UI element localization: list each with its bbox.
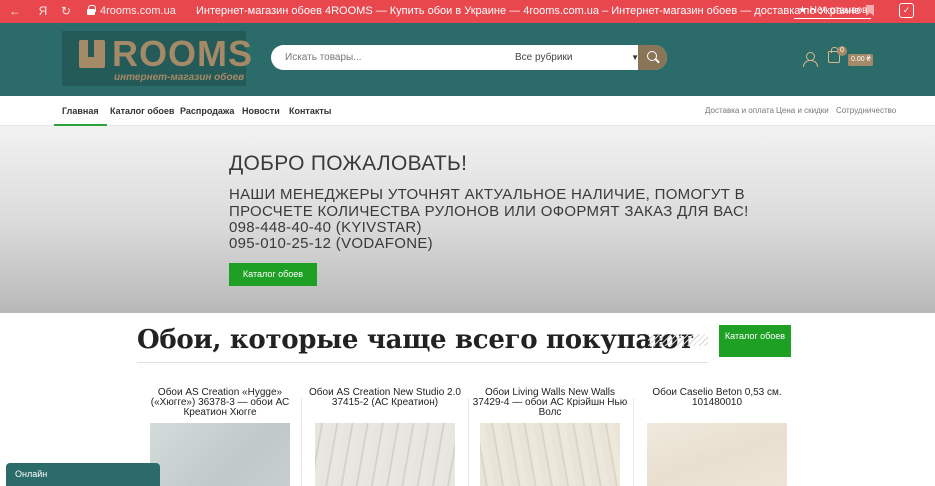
hero-phone-vodafone[interactable]: 095-010-25-12 (VODAFONE) — [229, 235, 433, 252]
nav-item-catalog[interactable]: Каталог обоев — [110, 96, 174, 126]
extension-icon[interactable]: ✓ — [899, 3, 914, 18]
product-separator — [301, 398, 302, 486]
nav-item-prices[interactable]: Цена и скидки — [776, 96, 829, 126]
browser-bar: ← Я ↻ 4rooms.com.ua Интернет-магазин обо… — [0, 0, 935, 23]
search-input[interactable] — [285, 45, 505, 70]
back-icon[interactable]: ← — [8, 4, 22, 18]
product-image[interactable] — [315, 423, 455, 486]
search-bar: Все рубрики ▼ — [271, 45, 667, 70]
product-name[interactable]: Обои AS Creation New Studio 2.0 37415-2 … — [305, 388, 465, 408]
logo-mark-icon — [79, 40, 105, 68]
nav-item-contacts[interactable]: Контакты — [289, 96, 331, 126]
product-separator — [633, 398, 634, 486]
category-select-value: Все рубрики — [515, 52, 573, 63]
hero-banner: ДОБРО ПОЖАЛОВАТЬ! НАШИ МЕНЕДЖЕРЫ УТОЧНЯТ… — [0, 126, 935, 313]
hero-catalog-button[interactable]: Каталог обоев — [229, 263, 317, 286]
nav-item-home[interactable]: Главная — [54, 96, 107, 126]
product-image[interactable] — [480, 423, 620, 486]
nav-item-sale[interactable]: Распродажа — [180, 96, 234, 126]
product-separator — [468, 398, 469, 486]
lock-icon — [87, 5, 96, 15]
reviews-button[interactable]: ★ Нет отзывов — [794, 3, 872, 19]
site-header: ROOMS интернет-магазин обоев Все рубрики… — [0, 23, 935, 96]
hero-text-line: НАШИ МЕНЕДЖЕРЫ УТОЧНЯТ АКТУАЛЬНОЕ НАЛИЧИ… — [229, 186, 745, 203]
main-nav: Главная Каталог обоев Распродажа Новости… — [0, 96, 935, 126]
address-bar[interactable]: 4rooms.com.ua — [100, 5, 176, 17]
yandex-icon[interactable]: Я — [36, 4, 50, 18]
nav-item-delivery[interactable]: Доставка и оплата — [705, 96, 774, 126]
product-image[interactable] — [647, 423, 787, 486]
product-name[interactable]: Обои Living Walls New Walls 37429-4 — об… — [470, 388, 630, 418]
nav-item-news[interactable]: Новости — [242, 96, 280, 126]
nav-item-cooperation[interactable]: Сотрудничество — [836, 96, 896, 126]
logo-text: ROOMS — [112, 33, 254, 74]
product-name[interactable]: Обои AS Creation «Hygge» («Хюгге») 36378… — [140, 388, 300, 418]
category-select[interactable]: Все рубрики ▼ — [515, 45, 639, 70]
product-image[interactable] — [150, 423, 290, 486]
hero-phone-kyivstar[interactable]: 098-448-40-40 (KYIVSTAR) — [229, 219, 422, 236]
product-name[interactable]: Обои Caselio Beton 0,53 см. 101480010 — [637, 388, 797, 408]
page-title: Интернет-магазин обоев 4ROOMS — Купить о… — [196, 5, 861, 17]
reload-icon[interactable]: ↻ — [59, 4, 73, 18]
section-divider — [137, 362, 708, 363]
online-chat-widget[interactable]: Онлайн — [6, 463, 160, 486]
hero-title: ДОБРО ПОЖАЛОВАТЬ! — [229, 152, 468, 175]
cart-total[interactable]: 0.00 ₴ — [848, 54, 874, 66]
search-button[interactable] — [638, 45, 667, 70]
logo-subtitle: интернет-магазин обоев — [114, 72, 245, 83]
site-logo[interactable]: ROOMS интернет-магазин обоев — [62, 31, 252, 86]
section-catalog-button[interactable]: Каталог обоев — [719, 325, 791, 357]
section-title: Обои, которые чаще всего покупают — [137, 325, 695, 355]
section-divider-pattern — [648, 334, 708, 346]
hero-text-line: ПРОСЧЕТЕ КОЛИЧЕСТВА РУЛОНОВ ИЛИ ОФОРМЯТ … — [229, 203, 749, 220]
user-account-icon[interactable] — [803, 52, 818, 67]
cart-count-badge: 0 — [837, 46, 847, 56]
